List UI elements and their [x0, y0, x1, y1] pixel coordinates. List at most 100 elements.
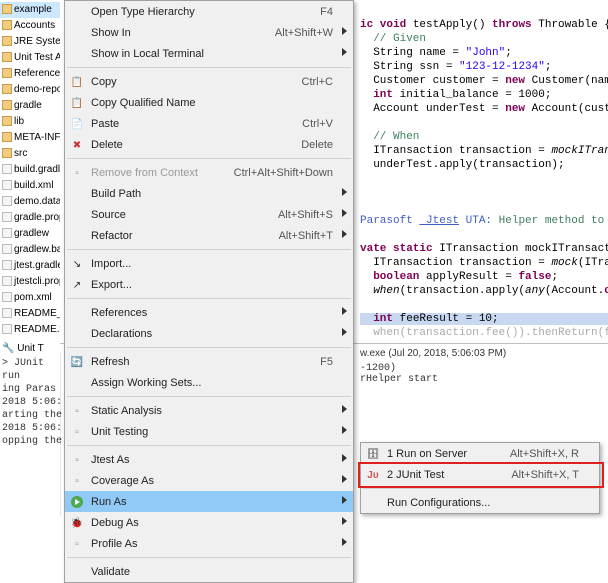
submenu-arrow-icon [342, 27, 347, 35]
tree-item[interactable]: example [0, 2, 60, 18]
menu-item-1-run-on-server[interactable]: 🗄1 Run on ServerAlt+Shift+X, R [361, 443, 599, 464]
menu-label: Copy [91, 76, 278, 88]
debug-icon: 🐞 [69, 515, 85, 531]
menu-label: Refresh [91, 356, 296, 368]
menu-accelerator: Alt+Shift+X, T [511, 469, 579, 481]
tree-item[interactable]: demo-repo [0, 82, 60, 98]
context-menu[interactable]: Open Type HierarchyF4Show InAlt+Shift+WS… [64, 0, 354, 583]
tree-item[interactable]: build.xml [0, 178, 60, 194]
submenu-arrow-icon [342, 426, 347, 434]
menu-item-build-path[interactable]: Build Path [65, 183, 353, 204]
menu-item-paste[interactable]: 📄 Paste Ctrl+V [65, 113, 353, 134]
submenu-arrow-icon [342, 188, 347, 196]
paste-icon: 📄 [69, 116, 85, 132]
menu-item-declarations[interactable]: Declarations [65, 323, 353, 344]
tree-item[interactable]: demo.data.js [0, 194, 60, 210]
menu-label: Assign Working Sets... [91, 377, 333, 389]
submenu-arrow-icon [342, 496, 347, 504]
tree-item[interactable]: Accounts [0, 18, 60, 34]
menu-item-import[interactable]: ↘Import... [65, 253, 353, 274]
menu-label: Validate [91, 566, 333, 578]
menu-item-coverage-as[interactable]: ▫ Coverage As [65, 470, 353, 491]
copy-icon: 📋 [69, 74, 85, 90]
menu-label: 2 JUnit Test [387, 469, 487, 481]
menu-label: Open Type Hierarchy [91, 6, 296, 18]
menu-item-show-in[interactable]: Show InAlt+Shift+W [65, 22, 353, 43]
menu-accelerator: Delete [301, 139, 333, 151]
menu-accelerator: Alt+Shift+S [278, 209, 333, 221]
menu-item-profile-as[interactable]: ▫Profile As [65, 533, 353, 554]
submenu-arrow-icon [342, 475, 347, 483]
tree-item[interactable]: jtestcli.prop [0, 274, 60, 290]
submenu-arrow-icon [342, 538, 347, 546]
tree-item[interactable]: gradlew.bat [0, 242, 60, 258]
menu-item-refresh[interactable]: 🔄 Refresh F5 [65, 351, 353, 372]
menu-item-jtest-as[interactable]: ▫Jtest As [65, 449, 353, 470]
menu-label: Debug As [91, 517, 333, 529]
tree-item[interactable]: gradle [0, 98, 60, 114]
menu-accelerator: F4 [320, 6, 333, 18]
menu-item-run-as[interactable]: Run As [65, 491, 353, 512]
submenu-arrow-icon [342, 405, 347, 413]
menu-label: Remove from Context [91, 167, 210, 179]
menu-item-refactor[interactable]: Refactor Alt+Shift+T [65, 225, 353, 246]
tree-item[interactable]: src [0, 146, 60, 162]
tree-item[interactable]: gradle.props [0, 210, 60, 226]
refresh-icon: 🔄 [69, 354, 85, 370]
tree-item[interactable]: gradlew [0, 226, 60, 242]
menu-accelerator: Alt+Shift+T [279, 230, 333, 242]
menu-accelerator: Ctrl+V [302, 118, 333, 130]
menu-label: Coverage As [91, 475, 333, 487]
tree-item[interactable]: lib [0, 114, 60, 130]
menu-label: Export... [91, 279, 333, 291]
delete-icon: ✖ [69, 137, 85, 153]
menu-item-validate[interactable]: Validate [65, 561, 353, 582]
menu-accelerator: Alt+Shift+X, R [510, 448, 579, 460]
menu-label: Refactor [91, 230, 255, 242]
tree-item[interactable]: jtest.gradle [0, 258, 60, 274]
menu-label: Run As [91, 496, 333, 508]
menu-item-debug-as[interactable]: 🐞 Debug As [65, 512, 353, 533]
menu-item-copy[interactable]: 📋 Copy Ctrl+C [65, 71, 353, 92]
tree-item[interactable]: README_ja. [0, 306, 60, 322]
menu-item-assign-working-sets[interactable]: Assign Working Sets... [65, 372, 353, 393]
run-icon [69, 494, 85, 510]
tree-item[interactable]: build.gradle [0, 162, 60, 178]
menu-label: Show In [91, 27, 251, 39]
tree-item[interactable]: JRE System L [0, 34, 60, 50]
menu-item-copy-qualified-name[interactable]: 📋Copy Qualified Name [65, 92, 353, 113]
run-as-submenu[interactable]: 🗄1 Run on ServerAlt+Shift+X, R Jᴜ 2 JUnit … [360, 442, 600, 514]
menu-item-show-in-local-terminal[interactable]: Show in Local Terminal [65, 43, 353, 64]
code: ic void [360, 19, 406, 31]
server-icon: 🗄 [365, 446, 381, 462]
menu-item-delete[interactable]: ✖ Delete Delete [65, 134, 353, 155]
menu-label: Delete [91, 139, 277, 151]
ut-icon: ▫ [69, 424, 85, 440]
menu-label: Paste [91, 118, 278, 130]
menu-item-open-type-hierarchy[interactable]: Open Type Hierarchy F4 [65, 1, 353, 22]
menu-item-run-configurations[interactable]: Run Configurations... [361, 492, 599, 513]
menu-item-references[interactable]: References [65, 302, 353, 323]
menu-item-static-analysis[interactable]: ▫Static Analysis [65, 400, 353, 421]
tree-item[interactable]: Referenced [0, 66, 60, 82]
menu-accelerator: Ctrl+C [302, 76, 333, 88]
cov-icon: ▫ [69, 473, 85, 489]
menu-label: Profile As [91, 538, 333, 550]
menu-item-2-junit-test[interactable]: Jᴜ 2 JUnit Test Alt+Shift+X, T [361, 464, 599, 485]
menu-label: Build Path [91, 188, 333, 200]
submenu-arrow-icon [342, 517, 347, 525]
menu-item-source[interactable]: SourceAlt+Shift+S [65, 204, 353, 225]
console-title: w.exe (Jul 20, 2018, 5:06:03 PM) [360, 348, 604, 363]
menu-item-export[interactable]: ↗Export... [65, 274, 353, 295]
menu-label: Jtest As [91, 454, 333, 466]
tree-item[interactable]: README.txt [0, 322, 60, 338]
tree-item[interactable]: Unit Test As [0, 50, 60, 66]
menu-label: Copy Qualified Name [91, 97, 333, 109]
menu-item-unit-testing[interactable]: ▫Unit Testing [65, 421, 353, 442]
tree-item[interactable]: META-INF [0, 130, 60, 146]
menu-label: Show in Local Terminal [91, 48, 333, 60]
tree-item[interactable]: pom.xml [0, 290, 60, 306]
junit-icon: Jᴜ [365, 467, 381, 483]
menu-accelerator: F5 [320, 356, 333, 368]
submenu-arrow-icon [342, 454, 347, 462]
